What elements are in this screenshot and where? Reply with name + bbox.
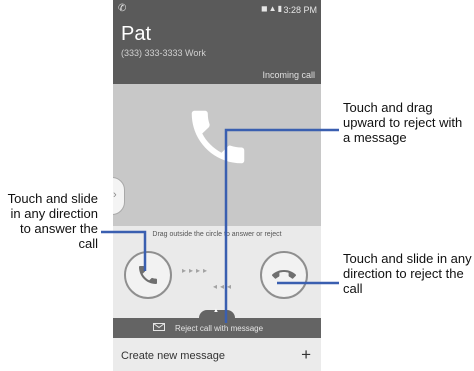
reject-message-leader-line xyxy=(224,128,339,323)
reject-with-message-callout: Touch and drag upward to reject with a m… xyxy=(343,100,463,145)
callout-leader-lines xyxy=(101,128,339,323)
answer-callout: Touch and slide in any direction to answ… xyxy=(7,191,98,251)
reject-callout: Touch and slide in any direction to reje… xyxy=(343,251,472,296)
answer-leader-line xyxy=(101,230,147,271)
